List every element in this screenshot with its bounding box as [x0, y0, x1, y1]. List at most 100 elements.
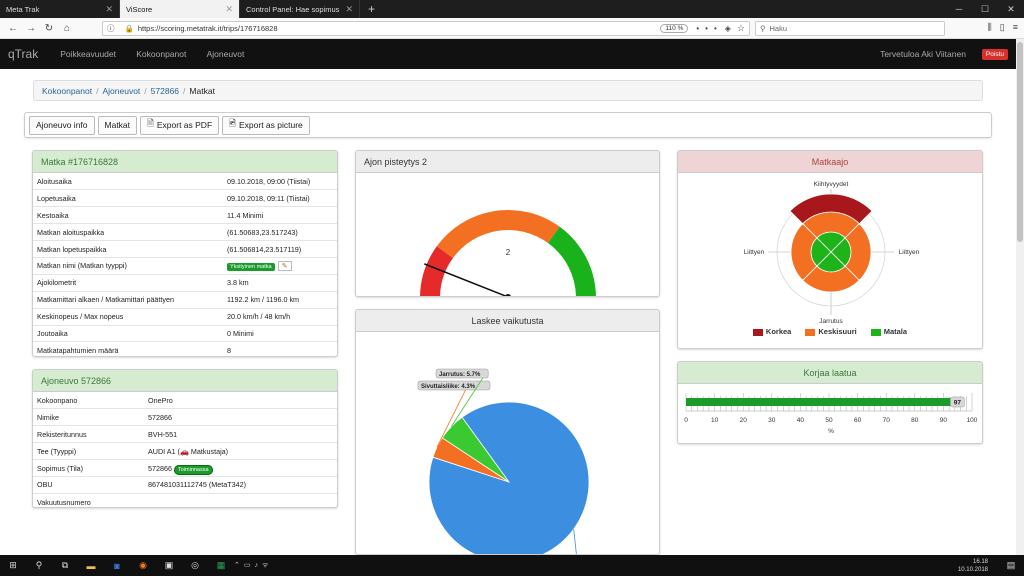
close-icon[interactable]: ✕: [225, 4, 233, 15]
export-picture-button[interactable]: 🖻 Export as picture: [222, 115, 310, 135]
car-icon: 🚗: [179, 446, 189, 456]
tab-label: Meta Trak: [6, 4, 40, 14]
menu-item-kokoonpanot[interactable]: Kokoonpanot: [136, 49, 186, 59]
pie-leader-line: [573, 529, 577, 554]
table-row: Aloitusaika 09.10.2018, 09:00 (Tiistai): [33, 173, 337, 191]
quality-axis-label: %: [828, 428, 834, 435]
row-value: 0 Minimi: [223, 325, 337, 343]
export-pdf-button[interactable]: 🗎 Export as PDF: [140, 115, 220, 135]
export-picture-label: Export as picture: [239, 120, 303, 130]
zoom-indicator[interactable]: 110 %: [660, 24, 689, 33]
close-icon[interactable]: ✕: [345, 4, 353, 15]
table-row: Tee (Tyyppi) AUDI A1 (🚗 Matkustaja): [33, 442, 337, 461]
quality-bar-chart: 0 10 20 30 40 50 60 70 80 90 100 97 %: [684, 393, 978, 435]
vehicle-info-button[interactable]: Ajoneuvo info: [29, 115, 95, 135]
gauge-band-orange: [436, 210, 560, 259]
breadcrumb-ajoneuvot[interactable]: Ajoneuvot: [102, 86, 140, 96]
row-value: 572866: [144, 408, 337, 427]
legend-label: Matala: [883, 327, 908, 336]
taskbar-clock[interactable]: 16.18 10.10.2018: [958, 558, 998, 574]
forward-icon[interactable]: →: [22, 23, 40, 34]
notifications-icon[interactable]: ▤: [998, 560, 1024, 571]
trips-button[interactable]: Matkat: [97, 115, 138, 135]
firefox-icon[interactable]: ◉: [130, 560, 156, 571]
row-label: Tee (Tyyppi): [33, 442, 144, 461]
legend-item[interactable]: Keskisuuri: [805, 327, 857, 336]
browser-tab-bar: Meta Trak ✕ ViScore ✕ Control Panel: Hae s…: [0, 0, 1024, 18]
home-icon[interactable]: ⌂: [58, 23, 76, 34]
search-icon[interactable]: ⚲: [26, 560, 52, 571]
windows-taskbar: ⊞ ⚲ ⧉ ▬ ◙ ◉ ▣ ◎ ▦ ⌃▭♪ᯤ 16.18 10.10.2018 …: [0, 555, 1024, 576]
row-label: Matkan nimi (Matkan tyyppi): [33, 257, 223, 275]
row-value: 867481031112745 (MetaT342): [144, 476, 337, 494]
row-value: (61.50683,23.517243): [223, 223, 337, 242]
system-tray-icons[interactable]: ⌃▭♪ᯤ: [234, 561, 272, 570]
minimize-icon[interactable]: ─: [946, 4, 972, 15]
menu-item-poikkeavuudet[interactable]: Poikkeavuudet: [60, 49, 116, 59]
tab-control-panel[interactable]: Control Panel: Hae sopimus ✕: [240, 0, 360, 18]
tab-viscore[interactable]: ViScore ✕: [120, 0, 240, 18]
library-icon[interactable]: ⫼: [988, 22, 992, 33]
row-value: 09.10.2018, 09:00 (Tiistai): [223, 173, 337, 191]
scrollbar-thumb[interactable]: [1017, 42, 1023, 242]
brand-logo[interactable]: qTrak: [8, 47, 38, 61]
pocket-icon[interactable]: ◈: [725, 24, 731, 33]
breadcrumb-vehicle[interactable]: 572866: [151, 86, 179, 96]
bookmark-star-icon[interactable]: ☆: [737, 23, 745, 34]
quality-tick-label: 90: [940, 417, 948, 424]
row-value: 8: [227, 346, 231, 356]
trip-type-badge: Yksityinen matka: [227, 262, 275, 271]
app-icon[interactable]: ▣: [156, 560, 182, 571]
back-icon[interactable]: ←: [4, 23, 22, 34]
table-row: Joutoaika 0 Minimi: [33, 325, 337, 343]
app-header: qTrak Poikkeavuudet Kokoonpanot Ajoneuvo…: [0, 39, 1016, 69]
row-value: BVH-551: [144, 425, 337, 444]
export-pdf-label: Export as PDF: [156, 120, 213, 130]
maximize-icon[interactable]: ☐: [972, 4, 998, 15]
score-panel-title: Ajon pisteytys 2: [356, 151, 659, 173]
row-label: Nimike: [33, 408, 144, 427]
image-icon: 🖻: [229, 118, 236, 128]
table-row: OBU 867481031112745 (MetaT342): [33, 476, 337, 494]
close-window-icon[interactable]: ✕: [998, 4, 1024, 15]
quality-tick-label: 60: [854, 417, 862, 424]
menu-item-ajoneuvot[interactable]: Ajoneuvot: [207, 49, 245, 59]
new-tab-icon[interactable]: +: [360, 2, 383, 16]
info-icon[interactable]: ⓘ: [107, 23, 115, 34]
clock-time: 16.18: [972, 558, 988, 565]
menu-icon[interactable]: ≡: [1013, 22, 1018, 33]
pie-label-sivuttaisliike: Sivuttaisliike: 4.3%: [421, 384, 476, 390]
skype-icon[interactable]: ◎: [182, 560, 208, 571]
reload-icon[interactable]: ↻: [40, 23, 58, 34]
file-explorer-icon[interactable]: ▬: [78, 561, 104, 571]
close-icon[interactable]: ✕: [105, 4, 113, 15]
row-value: Yksityinen matka ✎: [223, 257, 337, 275]
row-label: Aloitusaika: [33, 173, 223, 191]
outlook-icon[interactable]: ◙: [104, 561, 130, 571]
url-text: https://scoring.metatrak.it/trips/176716…: [137, 24, 278, 33]
url-bar[interactable]: ⓘ 🔒 https://scoring.metatrak.it/trips/17…: [102, 21, 750, 36]
table-row: Matkan lopetuspaikka (61.506814,23.517119…: [33, 240, 337, 258]
tab-meta-trak[interactable]: Meta Trak ✕: [0, 0, 120, 18]
search-input[interactable]: ⚲ Haku: [755, 21, 945, 36]
quality-tick-label: 20: [740, 417, 748, 424]
row-label: Lopetusaika: [33, 189, 223, 208]
start-icon[interactable]: ⊞: [0, 560, 26, 571]
edit-icon[interactable]: ✎: [277, 260, 292, 271]
breadcrumb-kokoonpanot[interactable]: Kokoonpanot: [42, 86, 92, 96]
sidebar-icon[interactable]: ▯: [1000, 22, 1005, 33]
task-view-icon[interactable]: ⧉: [52, 560, 78, 571]
page-actions-icon[interactable]: •••: [696, 24, 722, 33]
legend-item[interactable]: Korkea: [752, 327, 791, 336]
row-value: OnePro: [144, 392, 337, 410]
quality-tick-label: 80: [911, 417, 919, 424]
legend-item[interactable]: Matala: [870, 327, 908, 336]
quality-tick-label: 40: [797, 417, 805, 424]
tab-label: ViScore: [126, 4, 153, 14]
table-row: Matkan nimi (Matkan tyyppi) Yksityinen ma…: [33, 257, 337, 275]
logout-button[interactable]: Poistu: [981, 48, 1008, 60]
action-toolbar: Ajoneuvo info Matkat 🗎 Export as PDF 🖻 Exp…: [24, 112, 992, 138]
excel-icon[interactable]: ▦: [208, 560, 234, 571]
row-label: Joutoaika: [33, 325, 223, 343]
row-label: Rekisteritunnus: [33, 425, 144, 444]
